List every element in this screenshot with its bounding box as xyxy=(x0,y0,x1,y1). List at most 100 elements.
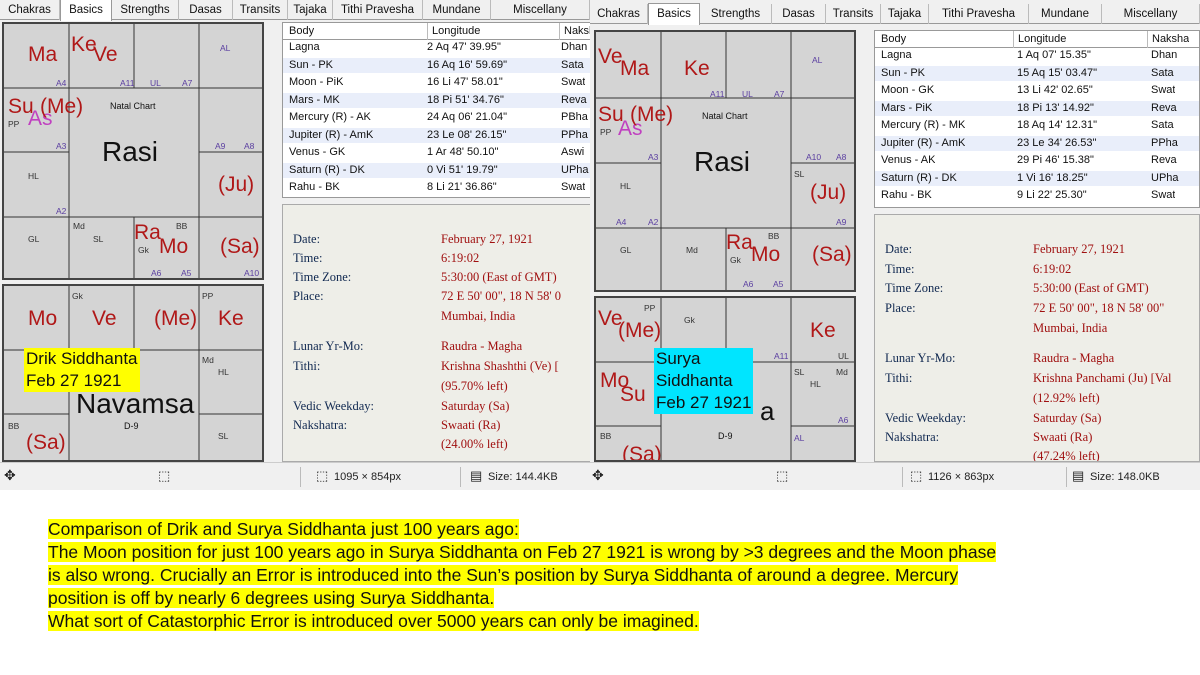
table-row[interactable]: Mercury (R) - AK 24 Aq 06' 21.04" PBha xyxy=(283,110,590,126)
table-row[interactable]: Jupiter (R) - AmK 23 Le 08' 26.15" PPha xyxy=(283,127,590,143)
point-label: GL xyxy=(28,234,40,244)
image-dimensions: 1126 × 863px xyxy=(928,471,995,483)
table-row[interactable]: Venus - GK 1 Ar 48' 50.10" Aswi xyxy=(283,145,590,161)
body-cell: Moon - PiK xyxy=(289,76,344,88)
note-text: position is off by nearly 6 degrees usin… xyxy=(48,588,495,608)
comparison-note: Comparison of Drik and Surya Siddhanta j… xyxy=(48,518,1168,633)
tab-mundane[interactable]: Mundane xyxy=(423,0,491,20)
table-row[interactable]: Mars - MK 18 Pi 51' 34.76" Reva xyxy=(283,92,590,108)
point-label: A11 xyxy=(774,351,789,361)
table-row[interactable]: Mercury (R) - MK 18 Aq 14' 12.31" Sata xyxy=(875,118,1199,134)
point-label: HL xyxy=(28,171,39,181)
point-label: BB xyxy=(768,231,780,241)
planet-label: Mo xyxy=(751,243,781,266)
detail-value: Krishna Shashthi (Ve) [ xyxy=(441,359,559,373)
planet-table: Body Longitude Naksha Lagna 1 Aq 07' 15.3… xyxy=(874,30,1200,208)
point-label: A4 xyxy=(56,78,67,88)
table-header: Body Longitude Naksha xyxy=(875,31,1199,48)
table-row[interactable]: Saturn (R) - DK 1 Vi 16' 18.25" UPha xyxy=(875,170,1199,186)
move-icon: ✥ xyxy=(4,467,16,483)
tab-transits[interactable]: Transits xyxy=(233,0,288,20)
detail-value: (24.00% left) xyxy=(441,437,508,451)
tab-dasas[interactable]: Dasas xyxy=(179,0,233,20)
point-label: A7 xyxy=(182,78,193,88)
tab-basics[interactable]: Basics xyxy=(648,3,700,25)
point-label: Md xyxy=(202,355,214,365)
table-row[interactable]: Rahu - BK 8 Li 21' 36.86" Swat xyxy=(283,180,590,196)
note-line: is also wrong. Crucially an Error is int… xyxy=(48,564,1168,587)
column-header-nakshatra[interactable]: Naksh xyxy=(559,23,590,40)
tab-miscellany[interactable]: Miscellany xyxy=(1102,4,1200,24)
table-row[interactable]: Moon - PiK 16 Li 47' 58.01" Swat xyxy=(283,75,590,91)
column-header-longitude[interactable]: Longitude xyxy=(427,23,480,40)
nakshatra-cell: Reva xyxy=(1151,101,1177,114)
tab-tithi-pravesha[interactable]: Tithi Pravesha xyxy=(929,4,1029,24)
file-size: Size: 144.4KB xyxy=(488,471,558,483)
longitude-cell: 1 Ar 48' 50.10" xyxy=(427,146,499,158)
longitude-cell: 18 Aq 14' 12.31" xyxy=(1017,119,1098,131)
image-dimensions: 1095 × 854px xyxy=(334,471,401,483)
longitude-cell: 0 Vi 51' 19.79" xyxy=(427,163,498,176)
detail-label: Time: xyxy=(293,251,323,265)
table-row[interactable]: Sun - PK 16 Aq 16' 59.69" Sata xyxy=(283,57,590,73)
tab-strengths[interactable]: Strengths xyxy=(700,4,772,24)
tab-tajaka[interactable]: Tajaka xyxy=(288,0,333,20)
table-row[interactable]: Moon - GK 13 Li 42' 02.65" Swat xyxy=(875,83,1199,99)
tab-chakras[interactable]: Chakras xyxy=(0,0,60,20)
tab-miscellany[interactable]: Miscellany xyxy=(491,0,590,20)
tab-tithi-pravesha[interactable]: Tithi Pravesha xyxy=(333,0,423,20)
table-row[interactable]: Saturn (R) - DK 0 Vi 51' 19.79" UPha xyxy=(283,162,590,178)
point-label: BB xyxy=(600,431,612,441)
longitude-cell: 23 Le 34' 26.53" xyxy=(1017,136,1097,149)
dimensions-icon: ⬚ xyxy=(910,468,923,483)
body-cell: Lagna xyxy=(289,41,320,53)
point-label: Md xyxy=(836,367,848,377)
table-row[interactable]: Sun - PK 15 Aq 15' 03.47" Sata xyxy=(875,65,1199,81)
table-row[interactable]: Jupiter (R) - AmK 23 Le 34' 26.53" PPha xyxy=(875,135,1199,151)
birth-details-panel: Date: February 27, 1921 Time: 6:19:02 Time Z… xyxy=(282,204,590,462)
tab-dasas[interactable]: Dasas xyxy=(772,4,826,24)
tab-mundane[interactable]: Mundane xyxy=(1029,4,1102,24)
longitude-cell: 1 Vi 16' 18.25" xyxy=(1017,171,1088,184)
column-header-body[interactable]: Body xyxy=(881,31,906,48)
detail-value: 5:30:00 (East of GMT) xyxy=(1033,281,1149,295)
surya-siddhanta-screenshot: Chakras Basics Strengths Dasas Transits … xyxy=(590,0,1200,490)
detail-label: Tithi: xyxy=(293,359,321,373)
planet-label: Ke xyxy=(810,319,836,342)
nakshatra-cell: Sata xyxy=(1151,66,1174,79)
table-row[interactable]: Mars - PiK 18 Pi 13' 14.92" Reva xyxy=(875,100,1199,116)
tab-chakras[interactable]: Chakras xyxy=(590,4,648,24)
table-row[interactable]: Lagna 1 Aq 07' 15.35" Dhan xyxy=(875,48,1199,64)
nakshatra-cell: UPha xyxy=(1151,171,1179,184)
detail-value: Mumbai, India xyxy=(1033,321,1108,335)
point-label: BB xyxy=(176,221,188,231)
column-header-longitude[interactable]: Longitude xyxy=(1013,31,1066,48)
body-cell: Saturn (R) - DK xyxy=(289,163,365,176)
longitude-cell: 18 Pi 51' 34.76" xyxy=(427,93,504,106)
chart-subtitle: D-9 xyxy=(718,431,733,441)
longitude-cell: 8 Li 21' 36.86" xyxy=(427,181,497,193)
tab-strengths[interactable]: Strengths xyxy=(112,0,179,20)
point-label: BB xyxy=(8,421,20,431)
point-label: AL xyxy=(220,43,231,53)
planet-label: (Sa) xyxy=(622,443,662,462)
body-cell: Lagna xyxy=(881,49,912,61)
point-label: A11 xyxy=(710,89,725,99)
body-cell: Saturn (R) - DK xyxy=(881,171,957,184)
detail-label: Nakshatra: xyxy=(293,418,348,432)
point-label: A6 xyxy=(838,415,849,425)
table-row[interactable]: Rahu - BK 9 Li 22' 25.30" Swat xyxy=(875,188,1199,204)
point-label: A10 xyxy=(244,268,260,278)
table-row[interactable]: Lagna 2 Aq 47' 39.95" Dhan xyxy=(283,40,590,56)
point-label: A5 xyxy=(181,268,192,278)
detail-value: Raudra - Magha xyxy=(1033,351,1115,365)
tab-bar: Chakras Basics Strengths Dasas Transits … xyxy=(590,3,1200,25)
body-cell: Sun - PK xyxy=(881,66,926,79)
column-header-nakshatra[interactable]: Naksha xyxy=(1147,31,1189,48)
tab-transits[interactable]: Transits xyxy=(826,4,881,24)
tab-basics[interactable]: Basics xyxy=(60,0,112,21)
table-row[interactable]: Venus - AK 29 Pi 46' 15.38" Reva xyxy=(875,153,1199,169)
tab-tajaka[interactable]: Tajaka xyxy=(881,4,929,24)
detail-value: 6:19:02 xyxy=(1033,262,1072,276)
column-header-body[interactable]: Body xyxy=(289,23,314,40)
